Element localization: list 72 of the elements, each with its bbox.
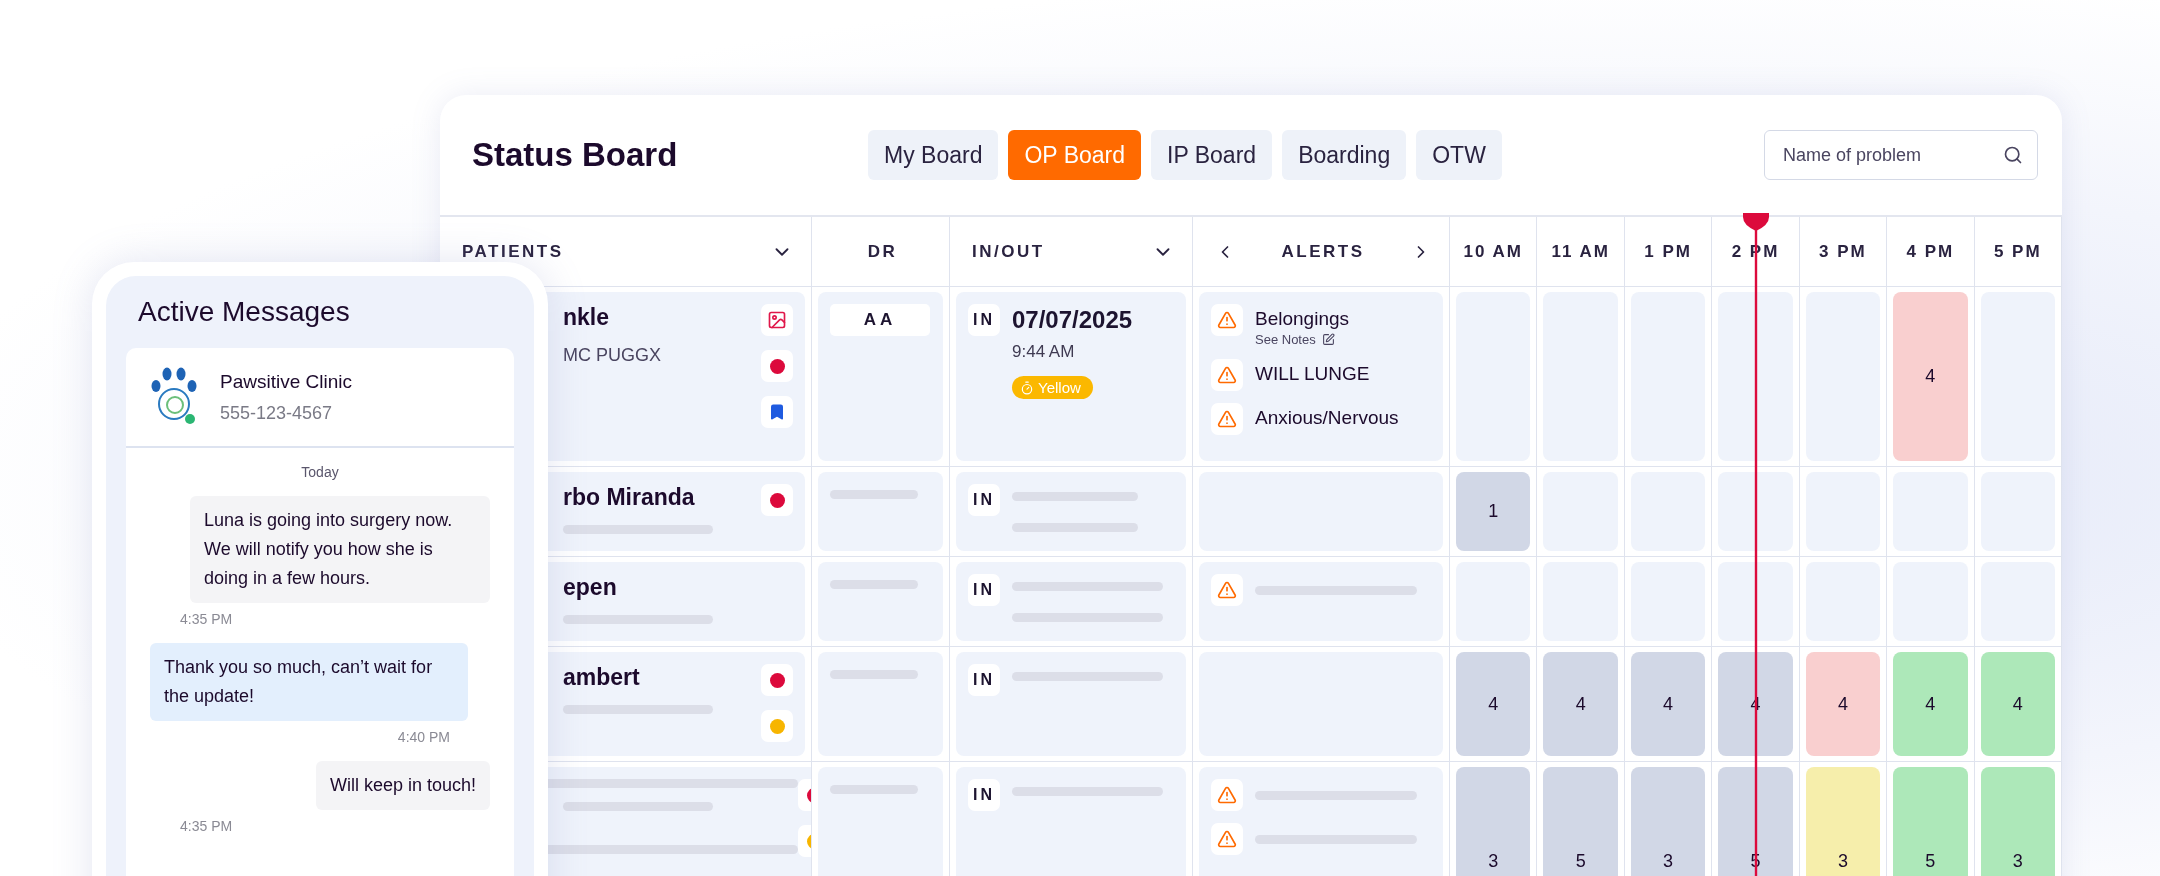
- warning-icon: [1217, 409, 1237, 429]
- day-divider: Today: [300, 464, 340, 480]
- time-slot[interactable]: 4: [1543, 652, 1618, 756]
- time-slot[interactable]: 5: [1543, 767, 1618, 876]
- board-title: Status Board: [472, 136, 679, 174]
- time-slot[interactable]: 3: [1456, 767, 1531, 876]
- time-column-header: 11 AM: [1551, 241, 1610, 262]
- in-out-status: IN: [968, 574, 1000, 606]
- board-tab[interactable]: OTW: [1416, 130, 1502, 180]
- message-time: 4:35 PM: [179, 610, 234, 629]
- time-slot[interactable]: 3: [1630, 767, 1706, 876]
- alert-label: Anxious/Nervous: [1255, 407, 1399, 429]
- warning-icon: [1217, 785, 1237, 805]
- visit-date: 07/07/2025: [1012, 306, 1133, 334]
- warning-icon: [1217, 310, 1237, 330]
- patient-name: ambert: [563, 664, 641, 691]
- empty-time-slot[interactable]: [1718, 562, 1793, 641]
- search-field[interactable]: Name of problem: [1764, 130, 2038, 180]
- time-column-header: 3 PM: [1819, 241, 1867, 262]
- search-input[interactable]: Name of problem: [1781, 143, 2003, 167]
- warning-icon: [1217, 580, 1237, 600]
- in-out-status: IN: [968, 304, 1000, 336]
- column-header: ALERTS: [1281, 241, 1365, 262]
- message-bubble: Luna is going into surgery now. We will notify you how she is doing in a few hours.: [190, 496, 490, 603]
- board-tab[interactable]: Boarding: [1282, 130, 1407, 180]
- see-notes-link[interactable]: See Notes: [1255, 332, 1350, 347]
- time-column-header: 1 PM: [1644, 241, 1692, 262]
- empty-time-slot[interactable]: [1718, 292, 1793, 461]
- time-slot[interactable]: 4: [1893, 292, 1968, 461]
- patient-name: rbo Miranda: [563, 484, 696, 511]
- patient-name: epen: [563, 574, 618, 601]
- column-header: IN/OUT: [972, 241, 1045, 262]
- contact-phone: 555-123-4567: [220, 402, 334, 424]
- message-time: 4:35 PM: [179, 817, 234, 836]
- board-tab[interactable]: My Board: [868, 130, 999, 180]
- visit-time: 9:44 AM: [1012, 342, 1076, 362]
- time-slot[interactable]: 4: [1630, 652, 1706, 756]
- triage-badge: Yellow: [1012, 376, 1093, 399]
- timer-icon: [1020, 380, 1034, 395]
- messages-title: Active Messages: [138, 296, 351, 328]
- time-slot[interactable]: 1: [1456, 472, 1531, 551]
- in-out-status: IN: [968, 484, 1000, 516]
- board-tab[interactable]: IP Board: [1151, 130, 1273, 180]
- contact-name: Pawsitive Clinic: [220, 370, 352, 393]
- empty-time-slot[interactable]: [1718, 472, 1793, 551]
- search-icon: [2003, 145, 2023, 165]
- doctor-initials: AA: [830, 304, 930, 336]
- message-bubble: Thank you so much, can’t wait for the update!: [150, 643, 468, 721]
- alert-label: WILL LUNGE: [1255, 363, 1370, 385]
- time-slot[interactable]: 3: [1805, 767, 1881, 876]
- patient-name: nkle: [563, 304, 611, 331]
- time-column-header: 5 PM: [1993, 241, 2042, 262]
- bookmark-icon[interactable]: [768, 403, 786, 421]
- column-header: DR: [867, 241, 898, 262]
- time-slot[interactable]: 4: [1980, 652, 2055, 756]
- message-bubble: Will keep in touch!: [315, 761, 490, 810]
- in-out-status: IN: [968, 664, 1000, 696]
- time-slot[interactable]: 3: [1980, 767, 2055, 876]
- warning-icon: [1217, 365, 1237, 385]
- alert-label: Belongings: [1255, 308, 1350, 330]
- time-slot[interactable]: 4: [1805, 652, 1881, 756]
- column-header: PATIENTS: [462, 241, 564, 262]
- time-column-header: 10 AM: [1463, 241, 1523, 262]
- patient-subtitle: MC PUGGX: [563, 345, 662, 366]
- edit-icon: [1321, 333, 1335, 346]
- time-slot[interactable]: 4: [1456, 652, 1531, 756]
- warning-icon: [1217, 829, 1237, 849]
- in-out-status: IN: [968, 779, 1000, 811]
- time-slot[interactable]: 5: [1893, 767, 1968, 876]
- time-slot[interactable]: 4: [1893, 652, 1968, 756]
- time-column-header: 4 PM: [1906, 241, 1955, 262]
- image-icon[interactable]: [767, 310, 787, 330]
